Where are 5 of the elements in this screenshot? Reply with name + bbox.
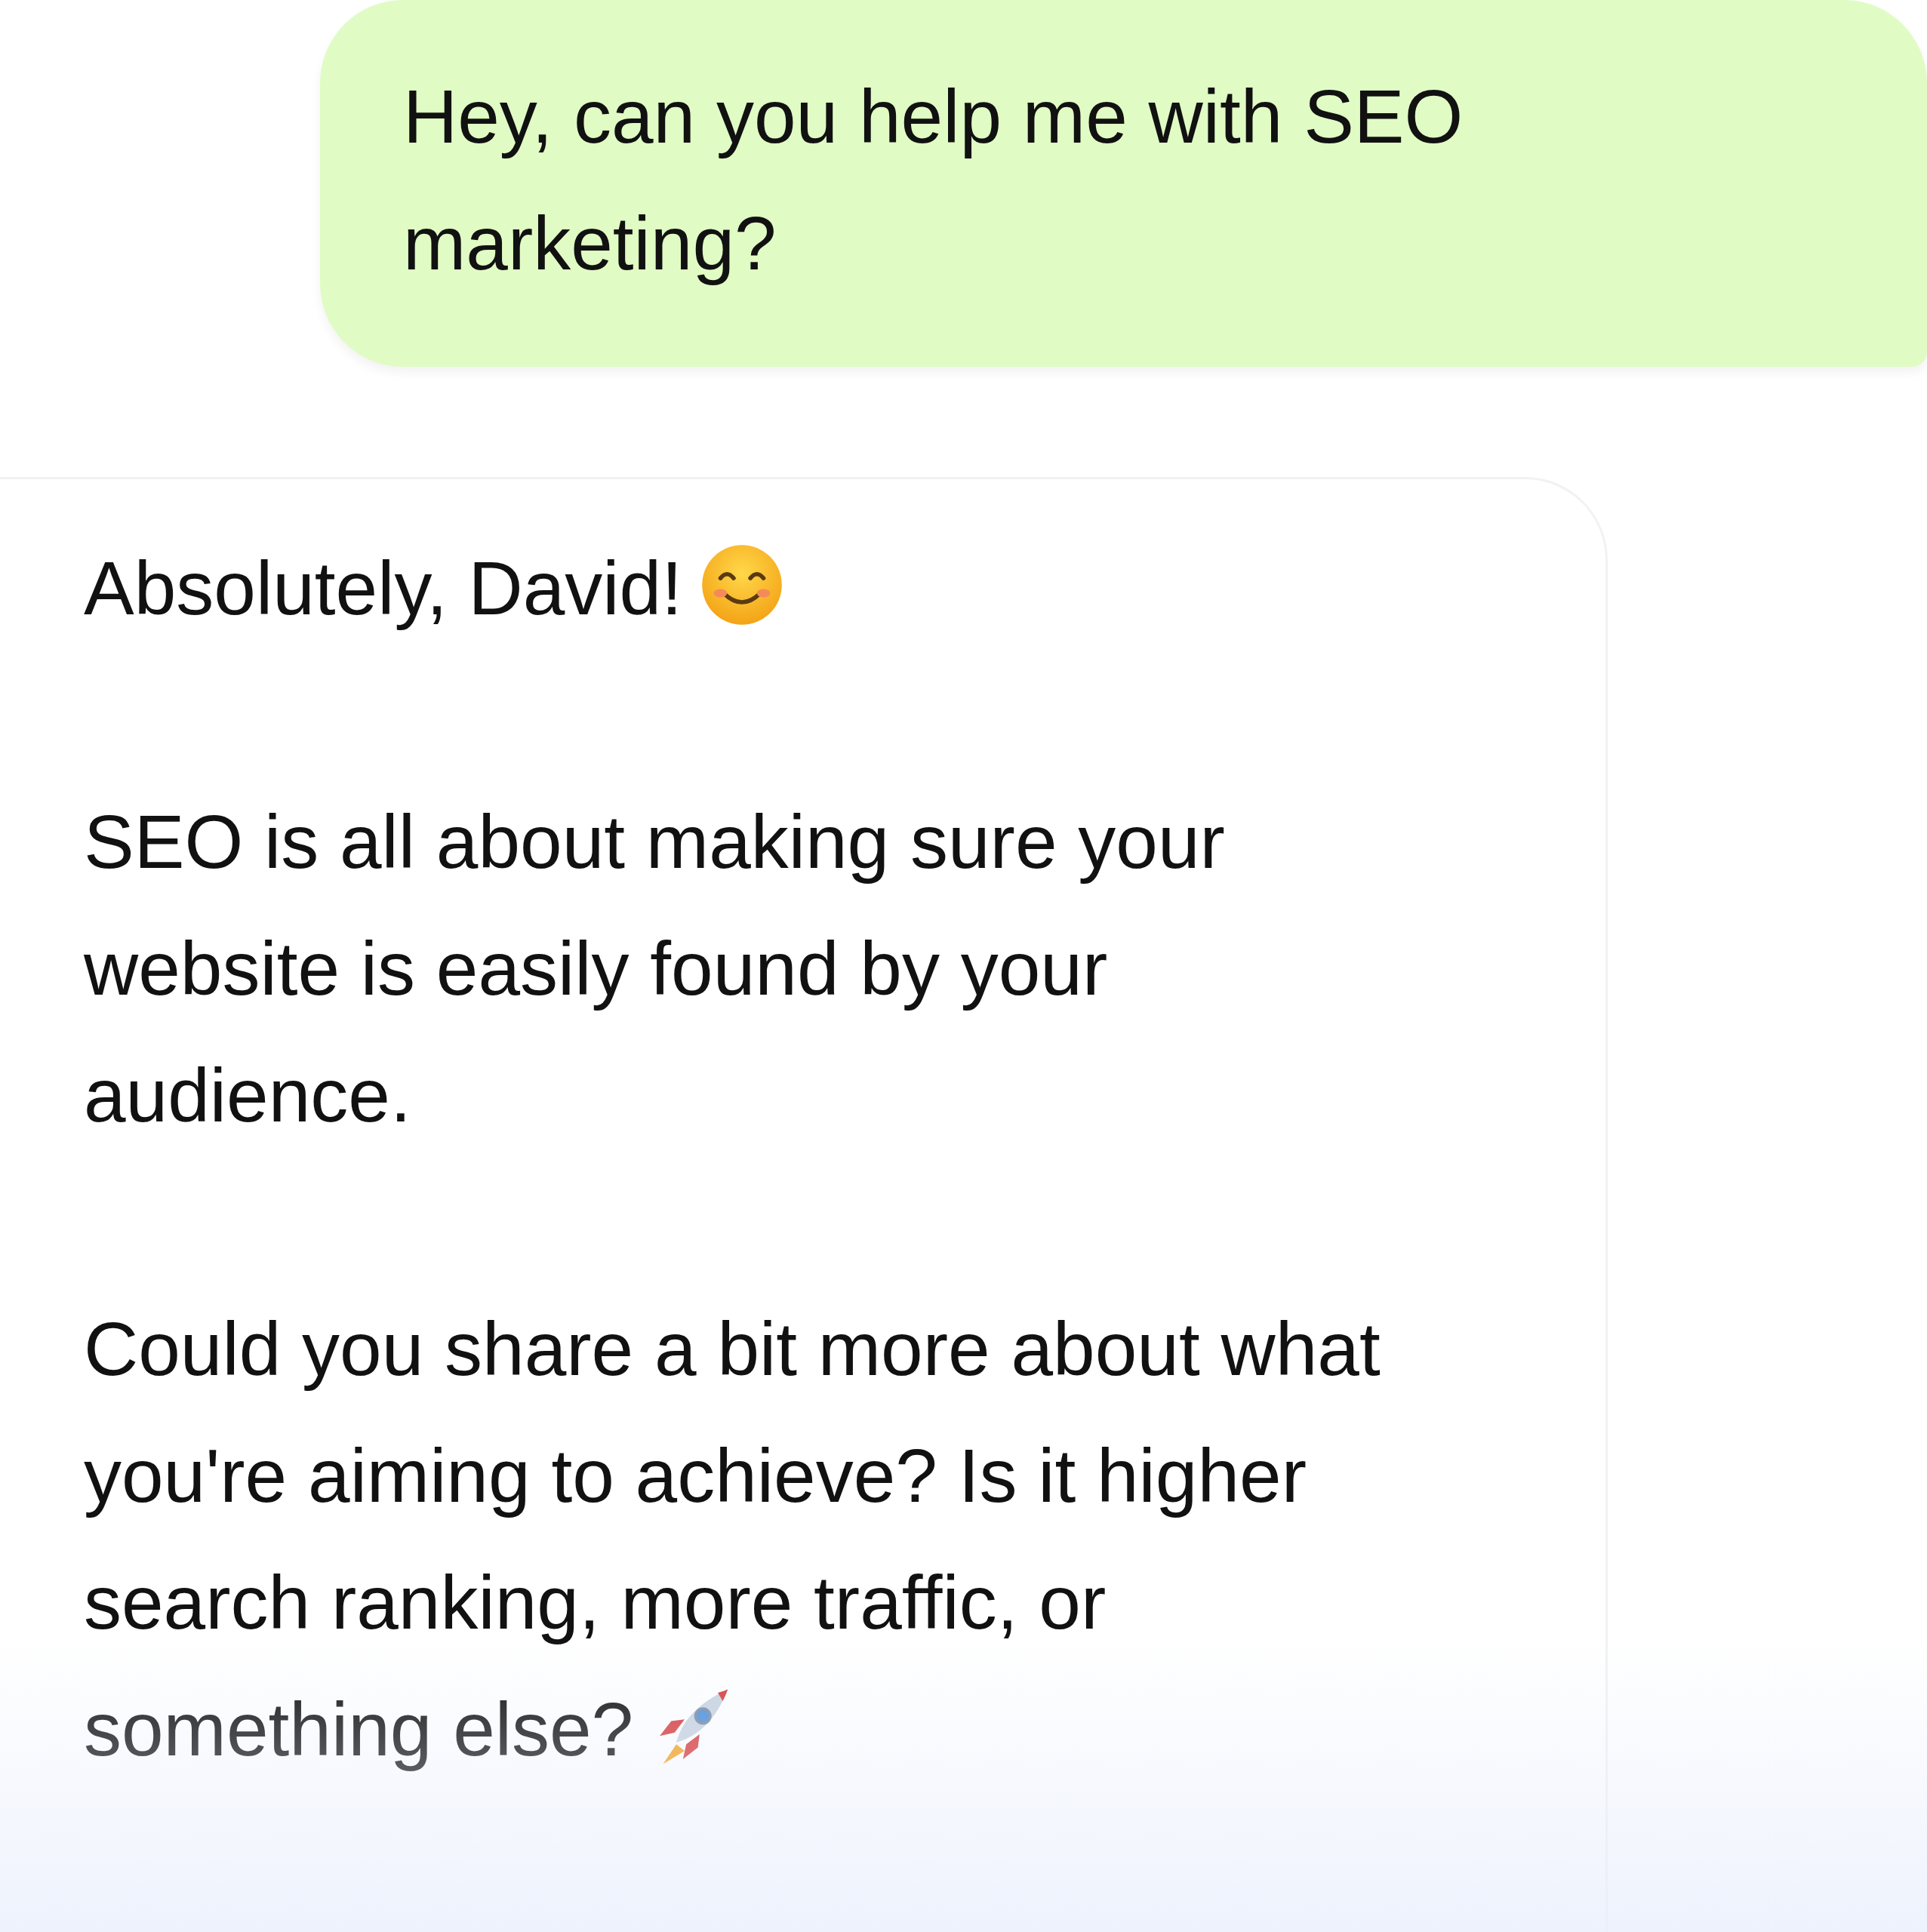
message-text: Absolutely, David! [84, 525, 1575, 651]
message-text: Could you share a bit more about what you're aiming to achieve? Is it higher search ranking, more traffic, or something else? [84, 1306, 1381, 1773]
message-text: Hey, can you help me with SEO marketing? [403, 73, 1464, 287]
smiling-face-icon [700, 543, 783, 626]
message-text: SEO is all about making sure your website is easily found by your audience. [84, 798, 1226, 1139]
